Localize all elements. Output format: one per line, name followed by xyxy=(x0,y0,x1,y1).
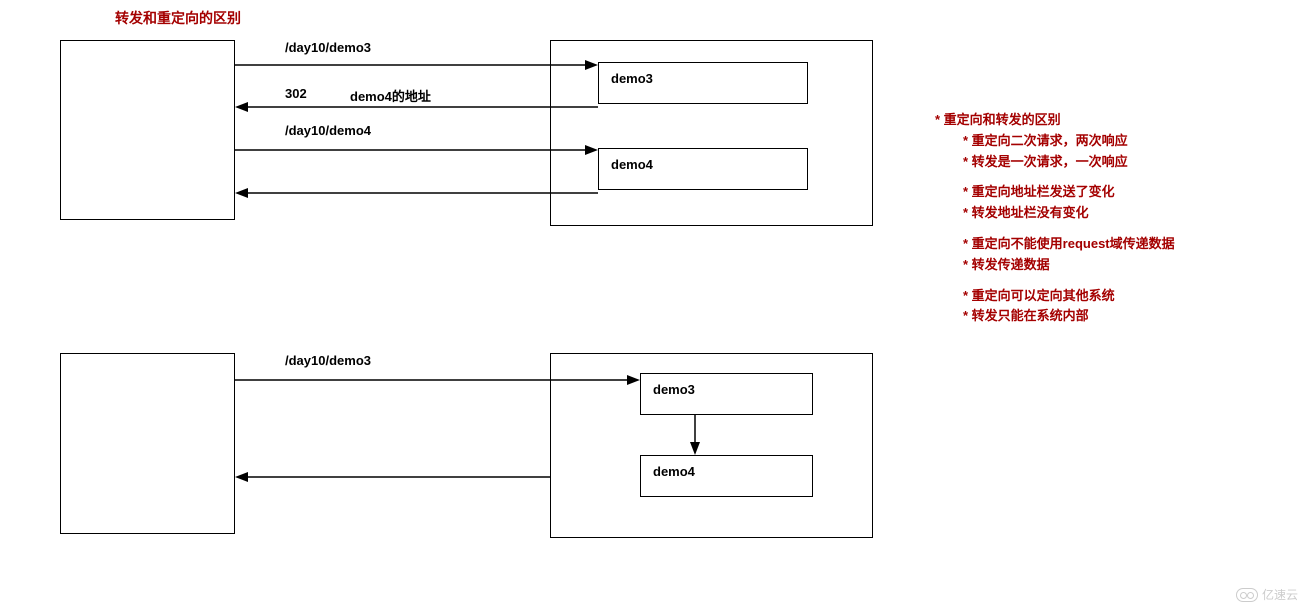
server-demo4-box-1: demo4 xyxy=(598,148,808,190)
client-box-1 xyxy=(60,40,235,220)
arrow-req2-label: /day10/demo4 xyxy=(285,123,371,138)
notes-panel: * 重定向和转发的区别 * 重定向二次请求，两次响应 * 转发是一次请求，一次响… xyxy=(935,110,1175,337)
arrow-req1 xyxy=(235,60,600,70)
watermark-icon xyxy=(1236,588,1258,602)
arrow-resp302-code: 302 xyxy=(285,86,307,101)
arrow-resp-final-1 xyxy=(235,188,600,198)
diagram-title: 转发和重定向的区别 xyxy=(115,8,241,28)
note-line: * 转发只能在系统内部 xyxy=(963,306,1175,327)
watermark: 亿速云 xyxy=(1236,586,1298,603)
server-demo3-label-1: demo3 xyxy=(611,71,653,86)
arrow-resp-fwd xyxy=(235,472,555,482)
watermark-text: 亿速云 xyxy=(1262,586,1298,603)
server-demo4-box-2: demo4 xyxy=(640,455,813,497)
note-line: * 转发传递数据 xyxy=(963,255,1175,276)
note-line: * 重定向二次请求，两次响应 xyxy=(963,131,1175,152)
note-line: * 转发地址栏没有变化 xyxy=(963,203,1175,224)
server-demo4-label-2: demo4 xyxy=(653,464,695,479)
arrow-resp302-addr: demo4的地址 xyxy=(350,86,431,105)
arrow-req-fwd-label: /day10/demo3 xyxy=(285,353,371,368)
notes-heading: * 重定向和转发的区别 xyxy=(935,110,1175,131)
arrow-internal-fwd xyxy=(690,415,700,455)
note-line: * 重定向不能使用request域传递数据 xyxy=(963,234,1175,255)
note-line: * 重定向可以定向其他系统 xyxy=(963,286,1175,307)
note-line: * 转发是一次请求，一次响应 xyxy=(963,152,1175,173)
server-demo3-box-1: demo3 xyxy=(598,62,808,104)
arrow-req1-label: /day10/demo3 xyxy=(285,40,371,55)
server-demo3-box-2: demo3 xyxy=(640,373,813,415)
server-demo4-label-1: demo4 xyxy=(611,157,653,172)
note-line: * 重定向地址栏发送了变化 xyxy=(963,182,1175,203)
arrow-req2 xyxy=(235,145,600,155)
client-box-2 xyxy=(60,353,235,534)
server-demo3-label-2: demo3 xyxy=(653,382,695,397)
arrow-req-fwd xyxy=(235,375,640,385)
